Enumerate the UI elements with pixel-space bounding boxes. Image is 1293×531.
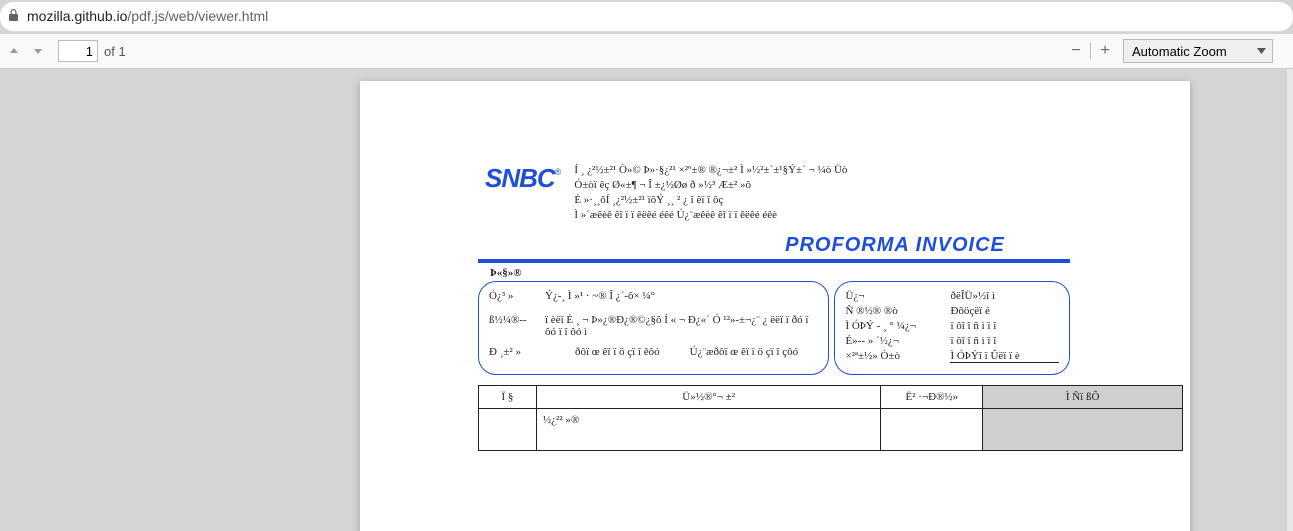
zoom-divider [1090,43,1091,59]
order-value: Ðôöçëï é [950,305,1059,317]
qty-cell [479,409,537,451]
table-row: ­½¿²² »® [479,409,1183,451]
price-header: Ë² ·¬Ð®½» [881,386,983,409]
invoice-meta-box: Ü¿¬ ðëÎÜ»½î ì Ñ ®½® ®ò Ðôöçëï é Ì ÓÞÝ - … [834,281,1070,375]
price-cell [881,409,983,451]
shipdate-label: Ì ÓÞÝ - ¸ ° ¼¿¬ [845,320,950,332]
next-page-button[interactable] [26,39,50,63]
url-text[interactable]: mozilla.github.io/pdf.js/web/viewer.html [27,8,268,26]
browser-address-bar: mozilla.github.io/pdf.js/web/viewer.html [0,2,1293,32]
buyer-phone-value: ðôï œ êï ï ö çï î êôó [575,346,660,358]
lock-icon [8,9,19,24]
info-boxes-row: Ó¿³ » Ý¿-¸ Ì »¹ · ~® Î ¿´-õ× ¼° ß½¼®-- ï… [360,281,1190,375]
zoom-select[interactable]: Automatic Zoom [1123,39,1273,63]
line-items-table: Ï § Ü»­½®°¬ ±² Ë² ·¬Ð®½» Ì Ñï ßÔ ­½¿²² »… [478,385,1183,451]
zoom-in-button[interactable]: + [1093,39,1117,63]
shipdate-value: ï ôî î ñ ì ï î [950,320,1059,332]
invoice-no-value: Ì ÓÞÝî ï Ûëï ï è [950,350,1059,363]
pdf-toolbar: of 1 − + Automatic Zoom [0,34,1293,69]
buyer-info-box: Ó¿³ » Ý¿-¸ Ì »¹ · ~® Î ¿´-õ× ¼° ß½¼®-- ï… [478,281,829,375]
page-number-input[interactable] [58,40,98,62]
total-header: Ì Ñï ßÔ [983,386,1183,409]
date-value: ðëÎÜ»½î ì [950,290,1059,302]
buyer-name-value: Ý¿-¸ Ì »¹ · ~® Î ¿´-õ× ¼° [545,290,818,302]
buyer-address-label: ß½¼®-- [489,314,545,326]
invoice-header: SNBC® Í ¸ ¿²½±²¹ Ò»© Þ»·§¿²¹ ×²º±® ®¿¬±²… [360,81,1190,222]
pdf-page: SNBC® Í ¸ ¿²½±²¹ Ò»© Þ»·§¿²¹ ×²º±® ®¿¬±²… [360,81,1190,531]
invoice-title: PROFORMA INVOICE [600,234,1190,257]
zoom-select-label: Automatic Zoom [1132,44,1227,59]
date-label: Ü¿¬ [845,290,950,302]
chevron-down-icon [1257,46,1266,57]
desc-header: Ü»­½®°¬ ±² [536,386,880,409]
buyer-address-value: ï èëï É ¸ ¬ Þ»¿®Ð¿®©¿§ô Í « ¬ Ð¿«´ Ó ¹²»… [545,314,818,338]
zoom-controls: − + Automatic Zoom [1064,39,1273,63]
company-header-text: Í ¸ ¿²½±²¹ Ò»© Þ»·§¿²¹ ×²º±® ®¿¬±² Ì »½²… [574,163,847,222]
buyer-label: Þ«§»® [490,267,1190,279]
title-bars [360,259,1190,263]
zoom-out-button[interactable]: − [1064,39,1088,63]
company-logo: SNBC® [485,163,560,194]
invoice-no-label: ×²ª±½» Ò±ò [845,350,950,363]
buyer-phone-label: Ð ¸±² » [489,346,545,358]
vessel-value: ï ôî î ñ ì ï î [950,335,1059,347]
vessel-label: É»-- » ´½¿¬ [845,335,950,347]
buyer-fax-value: Ú¿¨æðôï œ êï ï ö çï î çôó [690,346,798,358]
total-cell [983,409,1183,451]
page-count-label: of 1 [104,44,126,59]
buyer-name-label: Ó¿³ » [489,290,545,302]
qty-header: Ï § [479,386,537,409]
pdf-viewer-area[interactable]: SNBC® Í ¸ ¿²½±²¹ Ò»© Þ»·§¿²¹ ×²º±® ®¿¬±²… [0,69,1293,531]
prev-page-button[interactable] [2,39,26,63]
desc-cell: ­½¿²² »® [536,409,880,451]
table-header-row: Ï § Ü»­½®°¬ ±² Ë² ·¬Ð®½» Ì Ñï ßÔ [479,386,1183,409]
order-label: Ñ ®½® ®ò [845,305,950,317]
vertical-scrollbar[interactable] [1287,69,1293,531]
